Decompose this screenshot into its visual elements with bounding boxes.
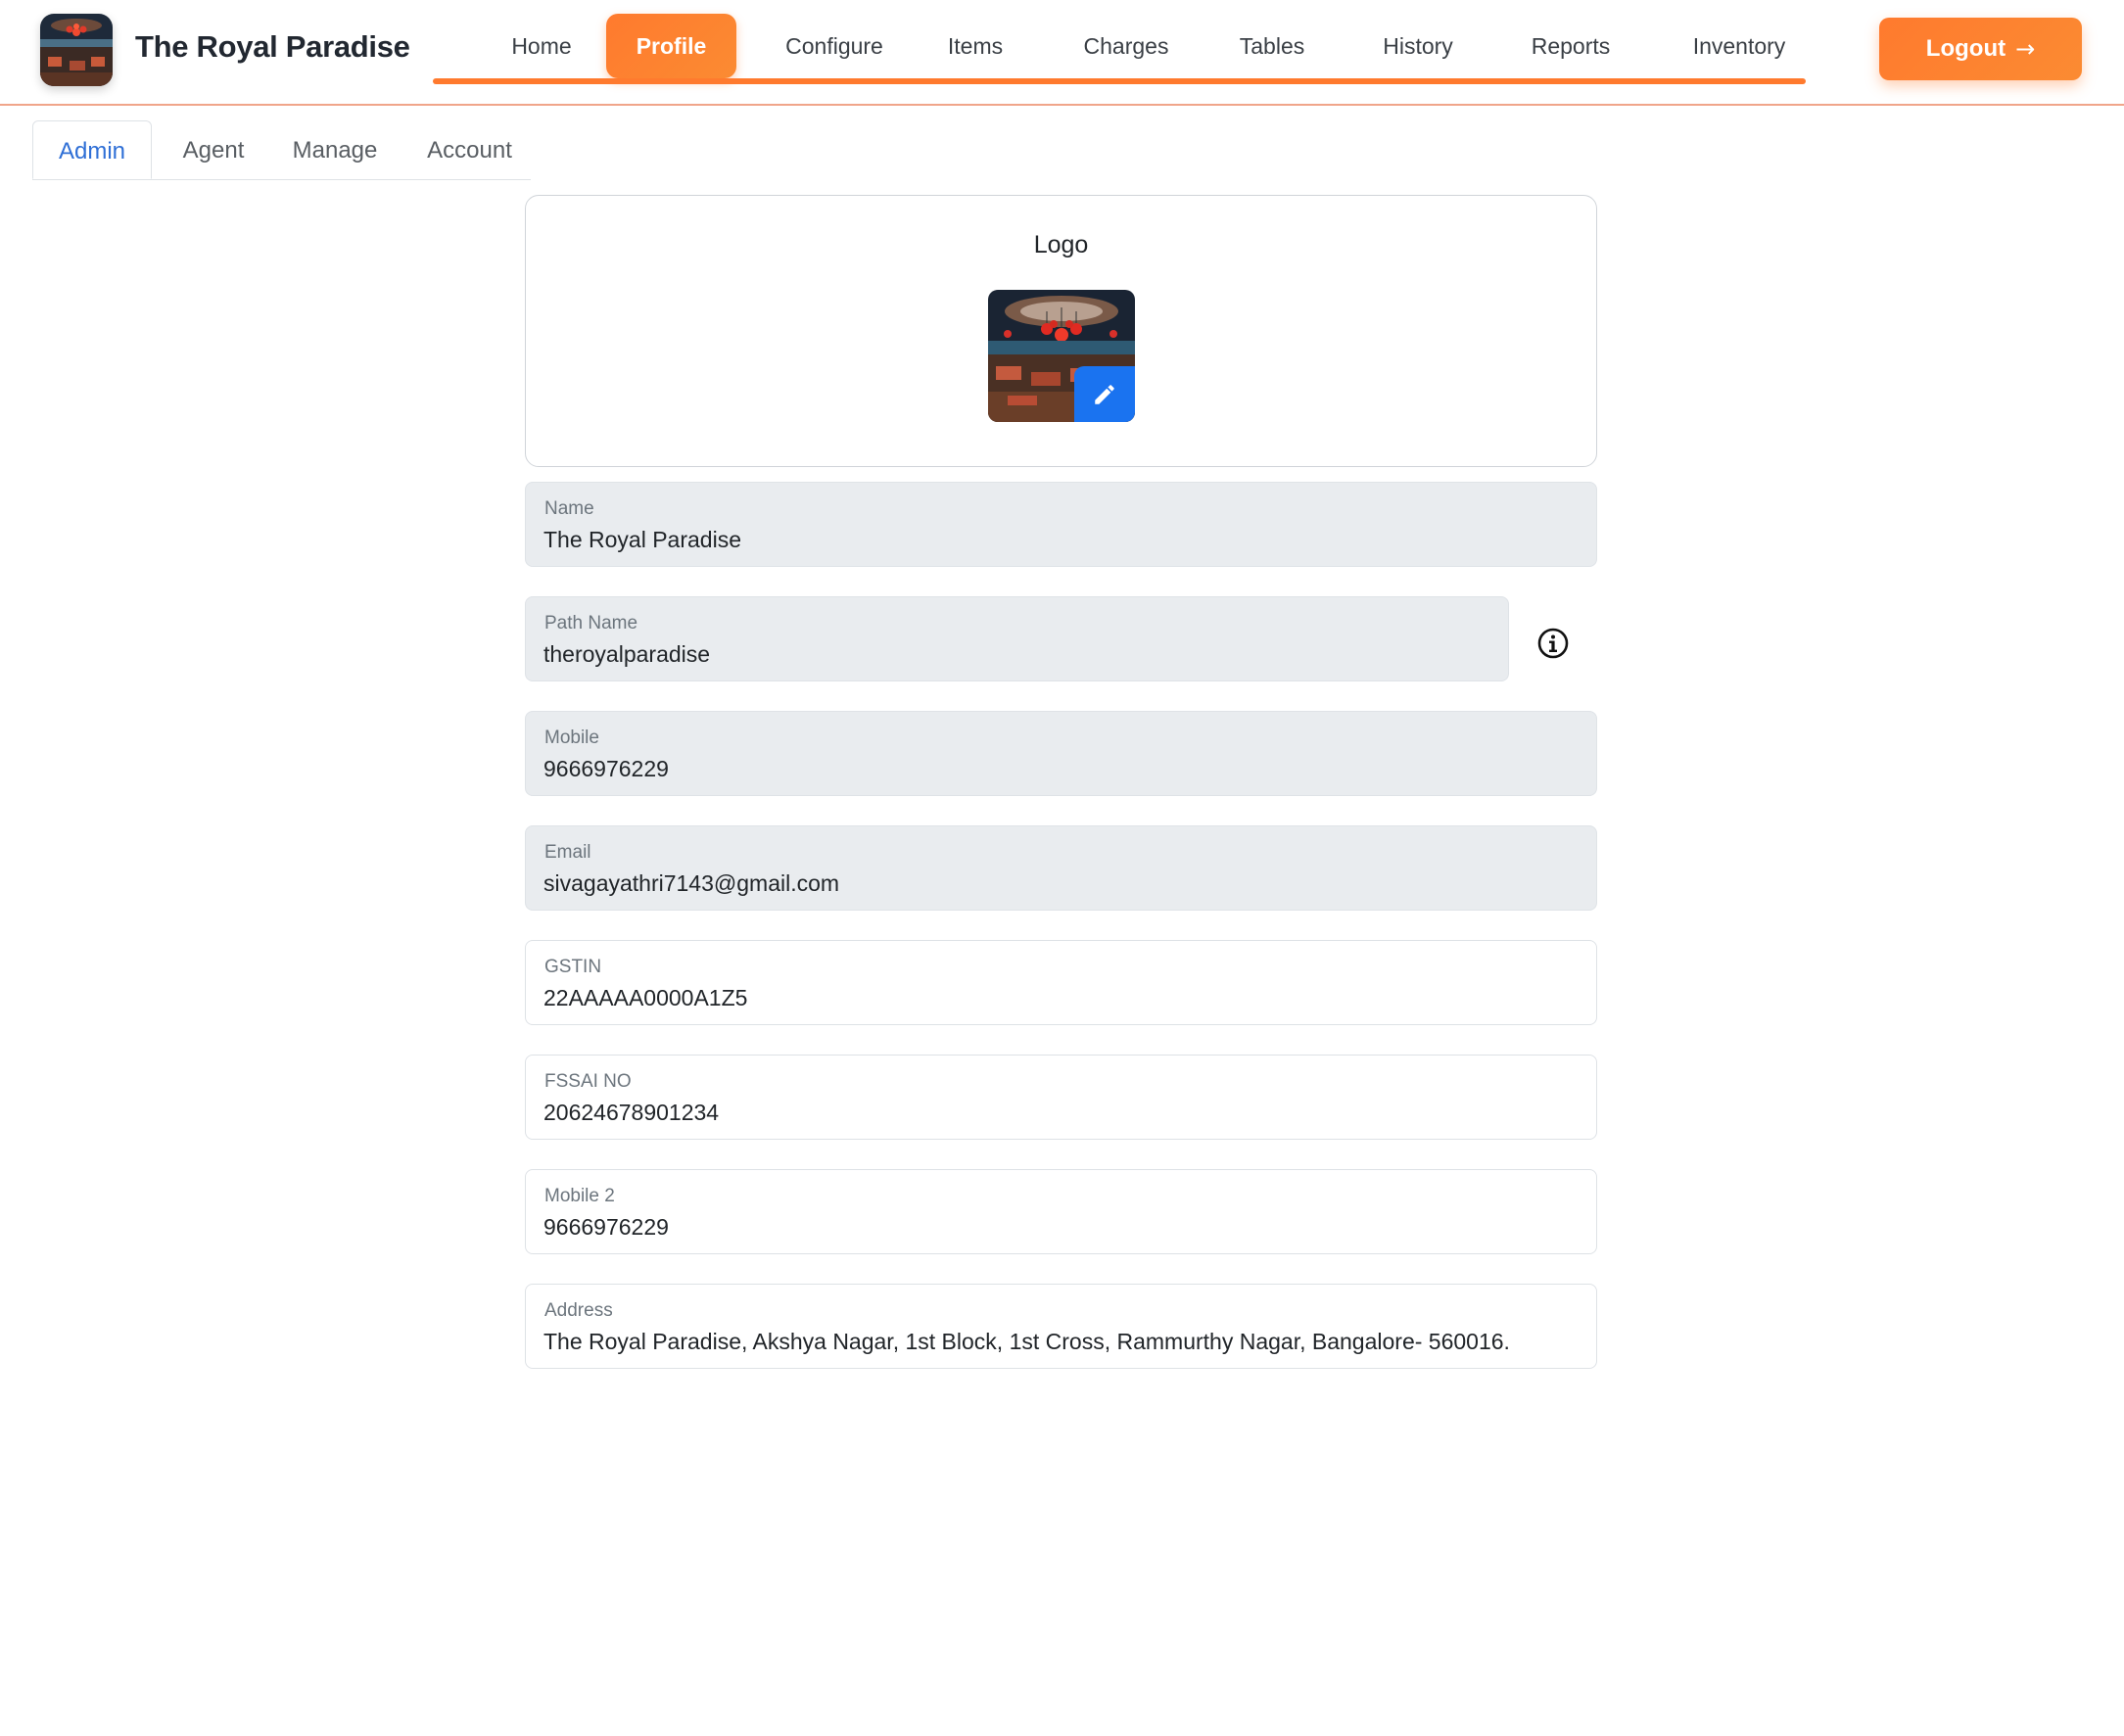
- app-header: The Royal Paradise Home Profile Configur…: [0, 0, 2124, 106]
- gstin-label: GSTIN: [544, 957, 602, 977]
- fssai-label: FSSAI NO: [544, 1071, 632, 1092]
- email-label: Email: [544, 842, 591, 863]
- logo-card: Logo: [525, 195, 1597, 467]
- logout-button[interactable]: Logout →: [1879, 18, 2082, 80]
- name-label: Name: [544, 498, 594, 519]
- nav-items[interactable]: Items: [932, 14, 1018, 78]
- logo-card-title: Logo: [1033, 231, 1089, 258]
- pencil-icon: [1095, 384, 1114, 404]
- mobile-label: Mobile: [544, 727, 599, 748]
- main-nav: Home Profile Configure Items Charges Tab…: [433, 14, 1806, 78]
- email-field[interactable]: Email: [525, 825, 1597, 911]
- gstin-input[interactable]: [543, 982, 1579, 1013]
- fssai-field[interactable]: FSSAI NO: [525, 1055, 1597, 1140]
- logo-edit-button[interactable]: [1074, 366, 1135, 422]
- mobile2-field[interactable]: Mobile 2: [525, 1169, 1597, 1254]
- subtab-manage[interactable]: Manage: [276, 120, 394, 179]
- address-input[interactable]: [543, 1326, 1579, 1357]
- arrow-right-icon: →: [2015, 35, 2036, 63]
- subtab-agent[interactable]: Agent: [165, 120, 262, 179]
- brand-logo[interactable]: [40, 14, 113, 86]
- nav-configure[interactable]: Configure: [771, 14, 898, 78]
- address-field[interactable]: Address: [525, 1284, 1597, 1369]
- profile-subtabs: Admin Agent Manage Account: [32, 120, 531, 180]
- restaurant-photo: [40, 14, 113, 86]
- path-name-label: Path Name: [544, 613, 638, 633]
- address-label: Address: [544, 1300, 613, 1321]
- mobile2-input[interactable]: [543, 1211, 1579, 1243]
- nav-charges[interactable]: Charges: [1073, 14, 1179, 78]
- nav-tables[interactable]: Tables: [1227, 14, 1317, 78]
- nav-inventory[interactable]: Inventory: [1676, 14, 1803, 78]
- mobile2-label: Mobile 2: [544, 1186, 615, 1206]
- mobile-field[interactable]: Mobile: [525, 711, 1597, 796]
- subtab-account[interactable]: Account: [408, 120, 531, 179]
- path-name-field[interactable]: Path Name: [525, 596, 1509, 681]
- nav-home[interactable]: Home: [487, 14, 596, 78]
- fssai-input[interactable]: [543, 1097, 1579, 1128]
- nav-history[interactable]: History: [1368, 14, 1468, 78]
- name-input[interactable]: [543, 524, 1579, 555]
- nav-underline: [433, 78, 1806, 84]
- subtab-admin[interactable]: Admin: [32, 120, 152, 179]
- logout-label: Logout: [1925, 35, 2006, 62]
- info-icon[interactable]: [1536, 627, 1570, 660]
- nav-profile[interactable]: Profile: [606, 14, 736, 78]
- email-input[interactable]: [543, 868, 1579, 899]
- gstin-field[interactable]: GSTIN: [525, 940, 1597, 1025]
- brand-name: The Royal Paradise: [135, 29, 410, 64]
- path-name-input[interactable]: [543, 638, 1490, 670]
- nav-reports[interactable]: Reports: [1519, 14, 1623, 78]
- name-field[interactable]: Name: [525, 482, 1597, 567]
- mobile-input[interactable]: [543, 753, 1579, 784]
